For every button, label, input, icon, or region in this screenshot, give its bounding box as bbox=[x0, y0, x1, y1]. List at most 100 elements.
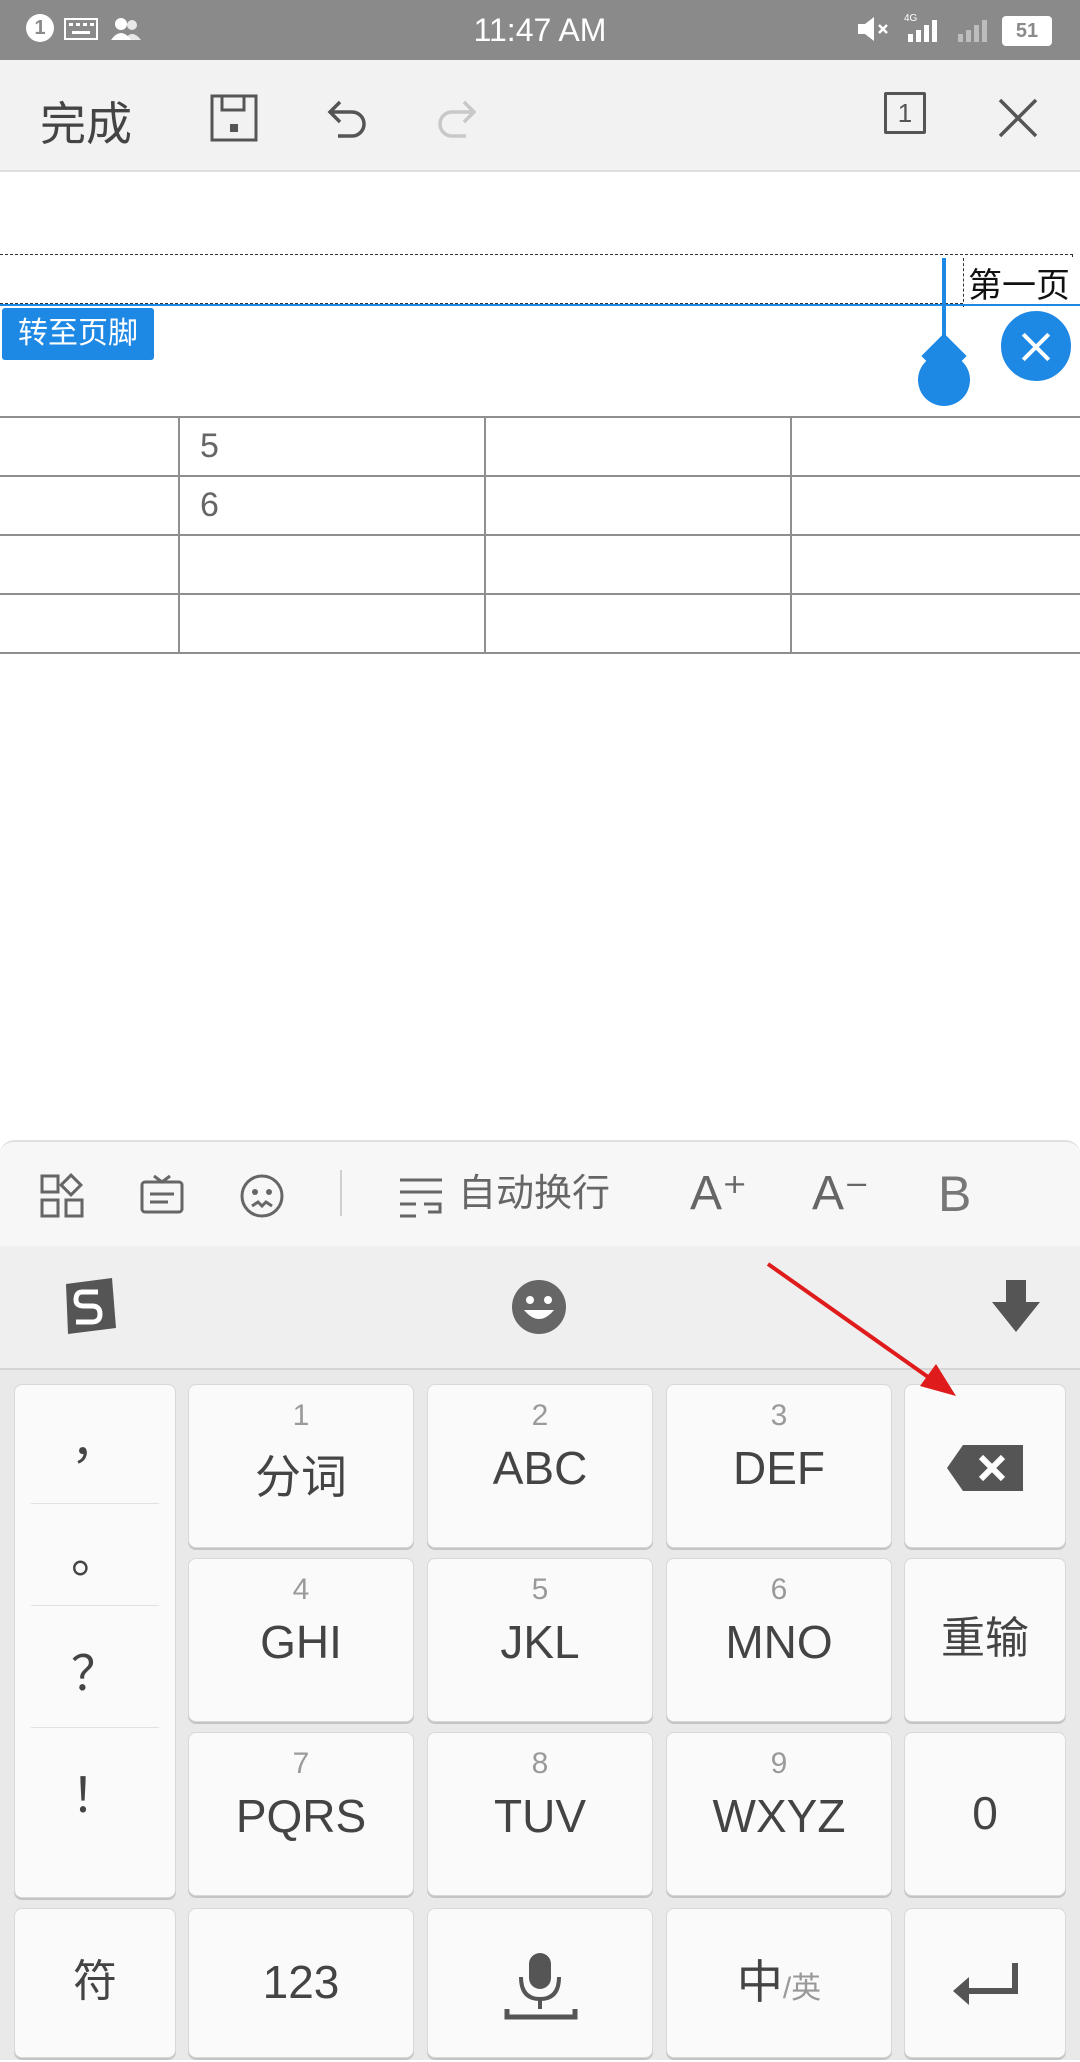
page-count-icon[interactable]: 1 bbox=[884, 92, 926, 134]
table-cell[interactable] bbox=[484, 475, 792, 536]
signal-sim2-icon bbox=[958, 20, 987, 42]
key-4[interactable]: 4 GHI bbox=[188, 1558, 414, 1722]
table-cell[interactable] bbox=[484, 416, 792, 477]
bold-button[interactable]: B bbox=[938, 1168, 971, 1220]
key-number: 3 bbox=[770, 1399, 788, 1432]
key-label: 123 bbox=[262, 1956, 340, 2008]
table-row bbox=[0, 593, 1080, 654]
table-cell[interactable] bbox=[0, 593, 180, 654]
emoji-face-icon[interactable] bbox=[238, 1172, 286, 1224]
wrap-icon[interactable] bbox=[396, 1172, 446, 1224]
auto-wrap-button[interactable]: 自动换行 bbox=[458, 1168, 610, 1220]
key-label: 符 bbox=[73, 1957, 117, 2006]
document-area[interactable]: 第一页 转至页脚 5 6 bbox=[0, 172, 1080, 1140]
battery-icon: 51 bbox=[1002, 16, 1052, 46]
key-7[interactable]: 7 PQRS bbox=[188, 1732, 414, 1896]
key-6[interactable]: 6 MNO bbox=[666, 1558, 892, 1722]
key-label: JKL bbox=[500, 1616, 580, 1668]
mute-icon bbox=[858, 17, 888, 41]
key-label: 分词 bbox=[255, 1451, 347, 1503]
table-cell[interactable] bbox=[178, 593, 486, 654]
sogou-logo-icon[interactable] bbox=[58, 1276, 120, 1338]
key-number: 4 bbox=[292, 1573, 310, 1606]
table-cell[interactable] bbox=[484, 534, 792, 595]
table-cell[interactable]: 6 bbox=[178, 475, 486, 536]
symbols-key[interactable]: 符 bbox=[14, 1908, 176, 2058]
retype-key[interactable]: 重输 bbox=[904, 1558, 1066, 1722]
keyboard-settings-icon[interactable] bbox=[138, 1172, 186, 1224]
key-number: 2 bbox=[531, 1399, 549, 1432]
key-label: ABC bbox=[492, 1442, 588, 1494]
document-table[interactable]: 5 6 bbox=[0, 416, 1080, 654]
backspace-key[interactable] bbox=[904, 1384, 1066, 1548]
header-region[interactable] bbox=[0, 254, 1073, 304]
lang-sub-label: /英 bbox=[782, 1972, 822, 2005]
format-toolbar: 自动换行 A⁺ A⁻ B bbox=[0, 1140, 1080, 1248]
table-cell[interactable] bbox=[484, 593, 792, 654]
table-cell[interactable] bbox=[790, 475, 1080, 536]
punctuation-key[interactable]: ！ bbox=[31, 1751, 159, 1849]
table-row bbox=[0, 534, 1080, 595]
done-button[interactable]: 完成 bbox=[40, 88, 132, 154]
punctuation-key[interactable]: ？ bbox=[31, 1629, 159, 1728]
save-icon[interactable] bbox=[206, 90, 262, 146]
editor-toolbar: 完成 1 bbox=[0, 60, 1080, 172]
key-label: TUV bbox=[494, 1790, 586, 1842]
backspace-icon bbox=[947, 1445, 1023, 1491]
key-5[interactable]: 5 JKL bbox=[427, 1558, 653, 1722]
key-number: 8 bbox=[531, 1747, 549, 1780]
punctuation-key[interactable]: 。 bbox=[31, 1507, 159, 1606]
hide-keyboard-icon[interactable] bbox=[990, 1278, 1042, 1336]
key-1[interactable]: 1 分词 bbox=[188, 1384, 414, 1548]
key-number: 6 bbox=[770, 1573, 788, 1606]
key-label: 重输 bbox=[941, 1614, 1029, 1663]
key-label: GHI bbox=[260, 1616, 342, 1668]
key-label: WXYZ bbox=[712, 1790, 846, 1842]
toolbar-divider bbox=[340, 1170, 342, 1216]
lang-main-label: 中 bbox=[736, 1956, 783, 2008]
key-number: 9 bbox=[770, 1747, 788, 1780]
table-cell[interactable] bbox=[0, 534, 180, 595]
table-cell[interactable] bbox=[0, 475, 180, 536]
key-number: 1 bbox=[292, 1399, 310, 1432]
key-9[interactable]: 9 WXYZ bbox=[666, 1732, 892, 1896]
language-switch-key[interactable]: 中/英 bbox=[666, 1908, 892, 2058]
header-page-text: 第一页 bbox=[963, 258, 1074, 307]
table-cell[interactable] bbox=[178, 534, 486, 595]
apps-grid-icon[interactable] bbox=[38, 1172, 86, 1224]
punctuation-column: ， 。 ？ ！ bbox=[14, 1384, 176, 1898]
voice-key[interactable] bbox=[427, 1908, 653, 2058]
goto-footer-button[interactable]: 转至页脚 bbox=[2, 308, 154, 360]
enter-icon bbox=[953, 1963, 1018, 2005]
table-row: 5 bbox=[0, 416, 1080, 477]
key-0[interactable]: 0 bbox=[904, 1732, 1066, 1896]
decrease-font-button[interactable]: A⁻ bbox=[812, 1168, 869, 1220]
table-cell[interactable]: 5 bbox=[178, 416, 486, 477]
table-cell[interactable] bbox=[790, 534, 1080, 595]
key-3[interactable]: 3 DEF bbox=[666, 1384, 892, 1548]
punctuation-key[interactable]: ， bbox=[31, 1405, 159, 1504]
redo-icon[interactable] bbox=[430, 90, 486, 146]
key-label: MNO bbox=[725, 1616, 833, 1668]
table-cell[interactable] bbox=[790, 593, 1080, 654]
microphone-icon bbox=[504, 1953, 578, 2020]
key-2[interactable]: 2 ABC bbox=[427, 1384, 653, 1548]
emoji-icon[interactable] bbox=[510, 1278, 568, 1336]
ime-top-bar bbox=[0, 1246, 1080, 1370]
numbers-key[interactable]: 123 bbox=[188, 1908, 414, 2058]
header-separator bbox=[0, 304, 1080, 306]
close-header-button[interactable] bbox=[998, 308, 1074, 384]
enter-key[interactable] bbox=[904, 1908, 1066, 2058]
key-8[interactable]: 8 TUV bbox=[427, 1732, 653, 1896]
undo-icon[interactable] bbox=[318, 90, 374, 146]
key-number: 5 bbox=[531, 1573, 549, 1606]
signal-4g-icon: 4G bbox=[904, 13, 937, 42]
key-label: 0 bbox=[972, 1787, 998, 1839]
table-cell[interactable] bbox=[0, 416, 180, 477]
key-label: DEF bbox=[733, 1442, 825, 1494]
table-cell[interactable] bbox=[790, 416, 1080, 477]
increase-font-button[interactable]: A⁺ bbox=[690, 1168, 747, 1220]
key-label: 中/英 bbox=[667, 1909, 891, 2062]
cursor-handle[interactable] bbox=[918, 354, 970, 406]
close-icon[interactable] bbox=[990, 90, 1046, 146]
